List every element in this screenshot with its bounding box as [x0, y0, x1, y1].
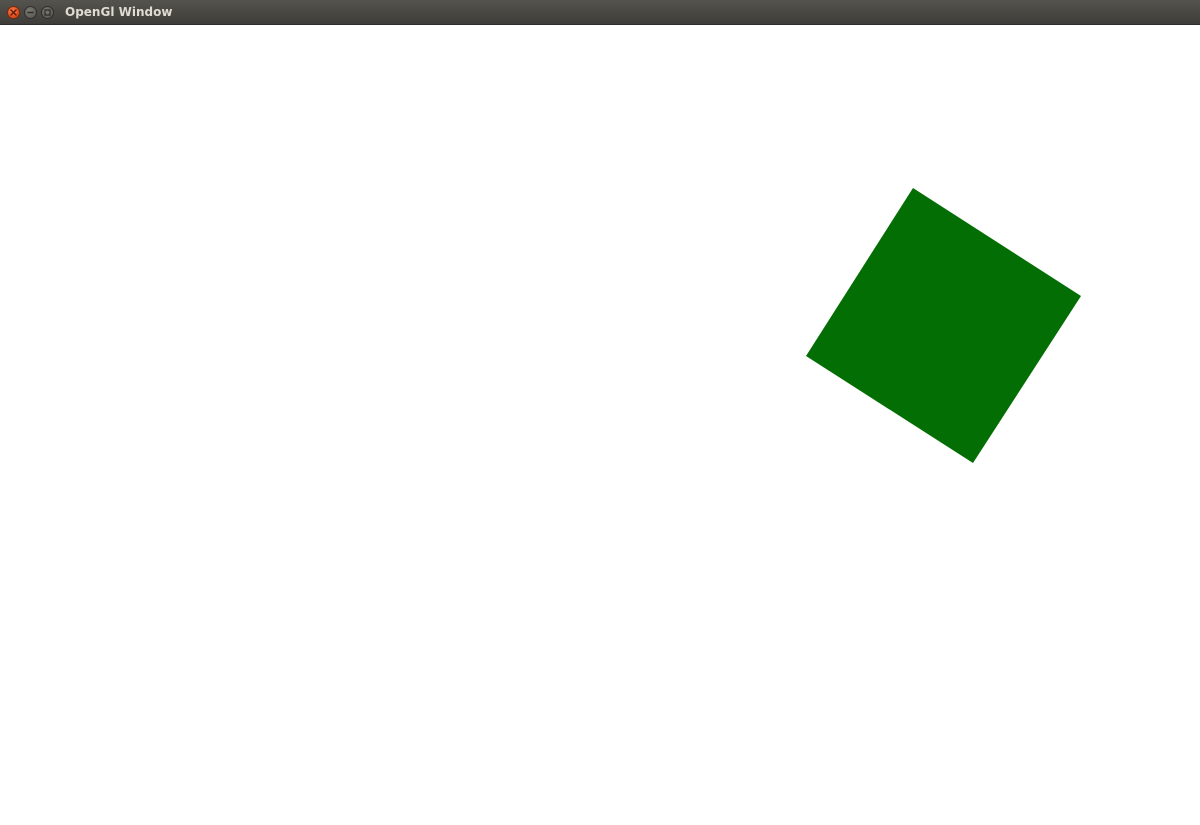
close-button[interactable] [7, 6, 20, 19]
maximize-icon [44, 9, 51, 16]
window-titlebar[interactable]: OpenGl Window [0, 0, 1200, 25]
minimize-button[interactable] [24, 6, 37, 19]
opengl-window: OpenGl Window [0, 0, 1200, 825]
maximize-button[interactable] [41, 6, 54, 19]
green-square [806, 188, 1081, 463]
close-icon [10, 9, 17, 16]
window-title: OpenGl Window [65, 5, 173, 19]
minimize-icon [27, 11, 34, 14]
render-viewport [806, 188, 1081, 463]
opengl-canvas[interactable] [0, 25, 1200, 825]
